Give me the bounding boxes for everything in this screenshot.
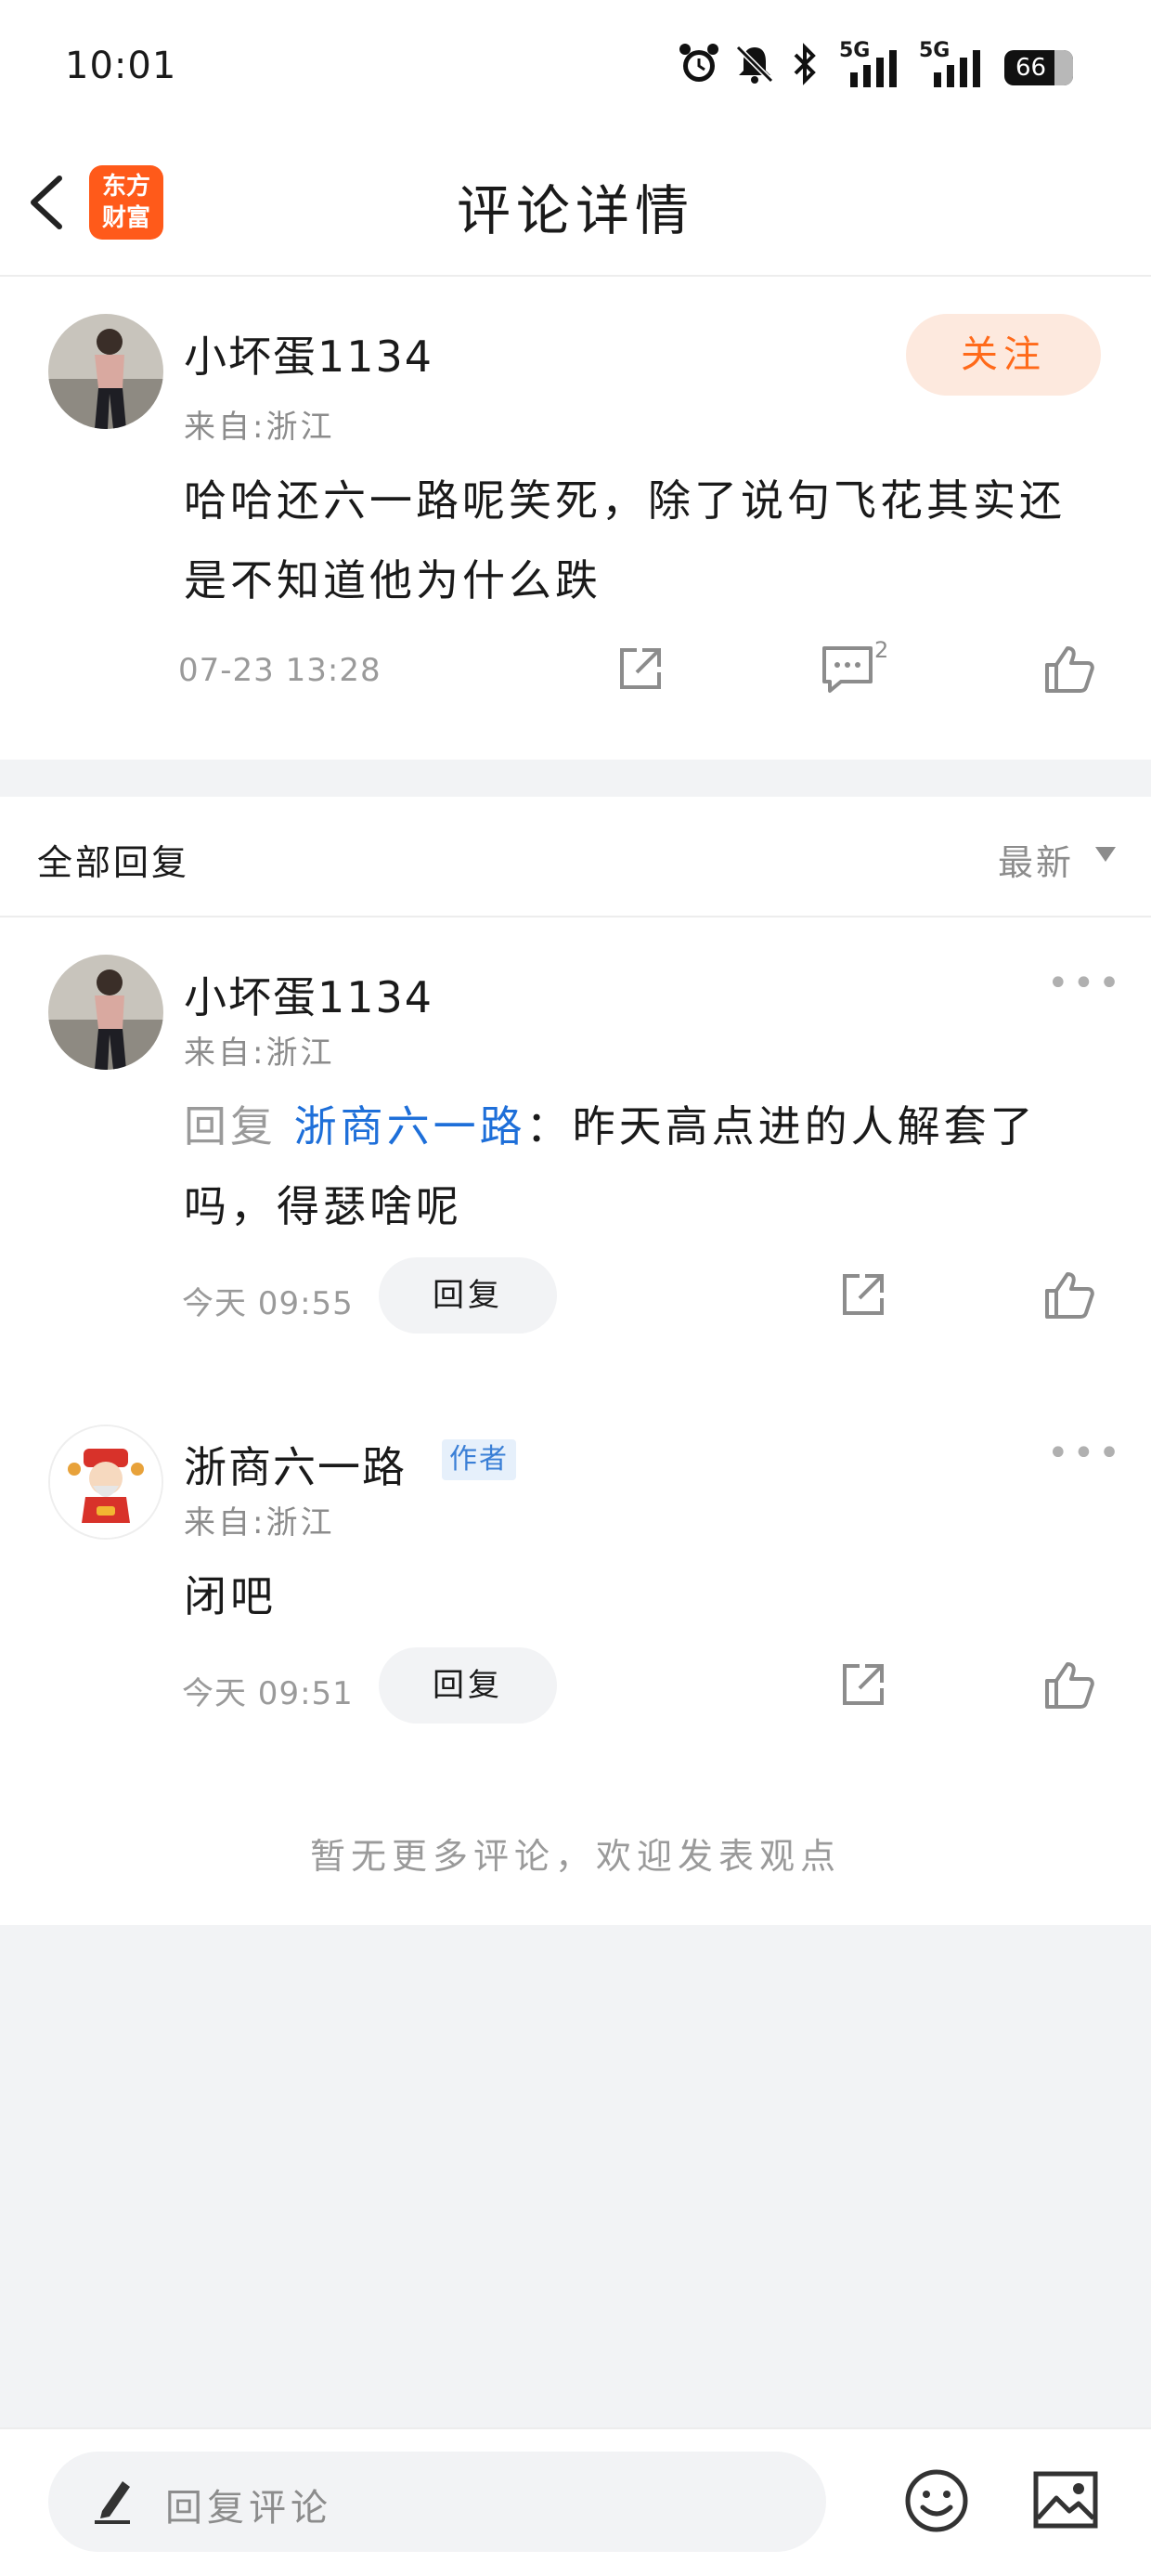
like-icon[interactable]: [1043, 643, 1095, 695]
status-time: 10:01: [65, 45, 177, 87]
caret-down-icon[interactable]: [1095, 847, 1116, 862]
pencil-icon: [89, 2474, 136, 2526]
main-text-line1: 哈哈还六一路呢笑死，除了说句飞花其实还: [184, 475, 1066, 526]
avatar[interactable]: [48, 955, 163, 1070]
battery-level: 66: [1015, 54, 1047, 82]
signal-icon-2: [930, 48, 984, 89]
main-timestamp: 07-23 13:28: [178, 652, 382, 689]
follow-button[interactable]: 关注: [906, 314, 1101, 396]
emoji-icon[interactable]: [904, 2468, 969, 2533]
main-text-line2: 是不知道他为什么跌: [184, 555, 601, 605]
more-icon[interactable]: •••: [1047, 962, 1124, 1005]
reply-source: 来自:浙江: [184, 1034, 335, 1072]
comment-count: 2: [874, 637, 889, 663]
replies-section: [0, 797, 1151, 1925]
reply-username[interactable]: 浙商六一路: [184, 1434, 407, 1495]
share-icon[interactable]: [837, 1659, 889, 1711]
reply-button[interactable]: 回复: [379, 1647, 557, 1724]
reply-source: 来自:浙江: [184, 1504, 335, 1542]
share-icon[interactable]: [614, 643, 666, 695]
bluetooth-icon: [791, 43, 819, 85]
alarm-icon: [676, 41, 722, 87]
main-source: 来自:浙江: [184, 409, 335, 446]
avatar[interactable]: [48, 1425, 163, 1540]
reply-text: 回复 浙商六一路：昨天高点进的人解套了 吗，得瑟啥呢: [184, 1086, 1037, 1246]
signal-icon-1: [847, 48, 900, 89]
reply-text: 闭吧: [184, 1571, 277, 1621]
reply-input-placeholder: 回复评论: [165, 2487, 332, 2530]
main-username[interactable]: 小坏蛋1134: [184, 323, 433, 384]
reply-prefix: 回复: [184, 1101, 277, 1151]
mention-link[interactable]: 浙商六一路: [294, 1101, 526, 1151]
no-more-comments: 暂无更多评论，欢迎发表观点: [309, 1836, 841, 1877]
more-icon[interactable]: •••: [1047, 1432, 1124, 1475]
battery-icon: 66: [1004, 50, 1073, 85]
like-icon[interactable]: [1043, 1659, 1095, 1711]
share-icon[interactable]: [837, 1268, 889, 1321]
page-title: 评论详情: [456, 179, 694, 242]
author-badge: 作者: [442, 1439, 516, 1480]
main-comment-text: 哈哈还六一路呢笑死，除了说句飞花其实还 是不知道他为什么跌: [184, 461, 1066, 620]
mute-icon: [733, 43, 776, 85]
comment-icon[interactable]: [821, 644, 874, 695]
sort-dropdown[interactable]: 最新: [998, 834, 1074, 885]
reply-username[interactable]: 小坏蛋1134: [184, 964, 433, 1025]
reply-button[interactable]: 回复: [379, 1257, 557, 1334]
image-icon[interactable]: [1032, 2470, 1099, 2530]
all-replies-title: 全部回复: [37, 842, 190, 883]
reply-text-line1: 回复 浙商六一路：昨天高点进的人解套了: [184, 1086, 1037, 1166]
divider: [0, 916, 1151, 917]
reply-text-line2: 吗，得瑟啥呢: [184, 1181, 462, 1231]
like-icon[interactable]: [1043, 1268, 1095, 1321]
avatar[interactable]: [48, 314, 163, 429]
reply-timestamp: 今天 09:55: [182, 1285, 354, 1322]
reply-timestamp: 今天 09:51: [182, 1675, 354, 1712]
reply-text-part: ：昨天高点进的人解套了: [525, 1101, 1037, 1151]
